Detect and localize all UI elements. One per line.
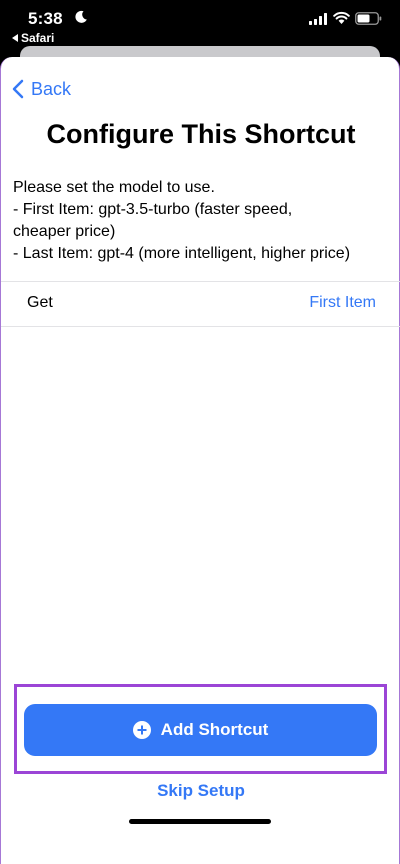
skip-setup-button[interactable]: Skip Setup <box>1 781 400 801</box>
moon-icon <box>75 10 87 23</box>
page-title: Configure This Shortcut <box>46 119 356 149</box>
cellular-signal-icon <box>309 13 327 25</box>
row-label: Get <box>27 294 53 311</box>
description-line: - First Item: gpt-3.5-turbo (faster spee… <box>13 201 293 218</box>
description-line: Please set the model to use. <box>13 179 215 196</box>
back-app-label: Safari <box>21 31 55 45</box>
back-button[interactable]: Back <box>11 77 71 101</box>
home-indicator <box>129 819 271 824</box>
wifi-icon <box>333 11 350 24</box>
plus-circle-icon <box>132 721 151 739</box>
status-bar: 5:38 Safari <box>0 0 400 50</box>
chevron-left-icon <box>12 79 24 99</box>
back-to-app[interactable]: Safari <box>12 31 54 45</box>
item-selector[interactable]: First Item <box>309 294 376 312</box>
back-label: Back <box>31 78 72 99</box>
add-shortcut-button[interactable]: Add Shortcut <box>24 704 377 756</box>
get-item-row[interactable]: Get First Item <box>1 281 400 327</box>
description-line: cheaper price) <box>13 223 116 240</box>
battery-icon <box>355 12 382 25</box>
status-time: 5:38 <box>28 9 63 28</box>
back-triangle-icon <box>12 34 18 42</box>
description: Please set the model to use. - First Ite… <box>13 177 393 265</box>
add-shortcut-label: Add Shortcut <box>160 720 269 739</box>
configure-sheet: Back Configure This Shortcut Please set … <box>0 57 400 864</box>
description-line: - Last Item: gpt-4 (more intelligent, hi… <box>13 245 351 262</box>
